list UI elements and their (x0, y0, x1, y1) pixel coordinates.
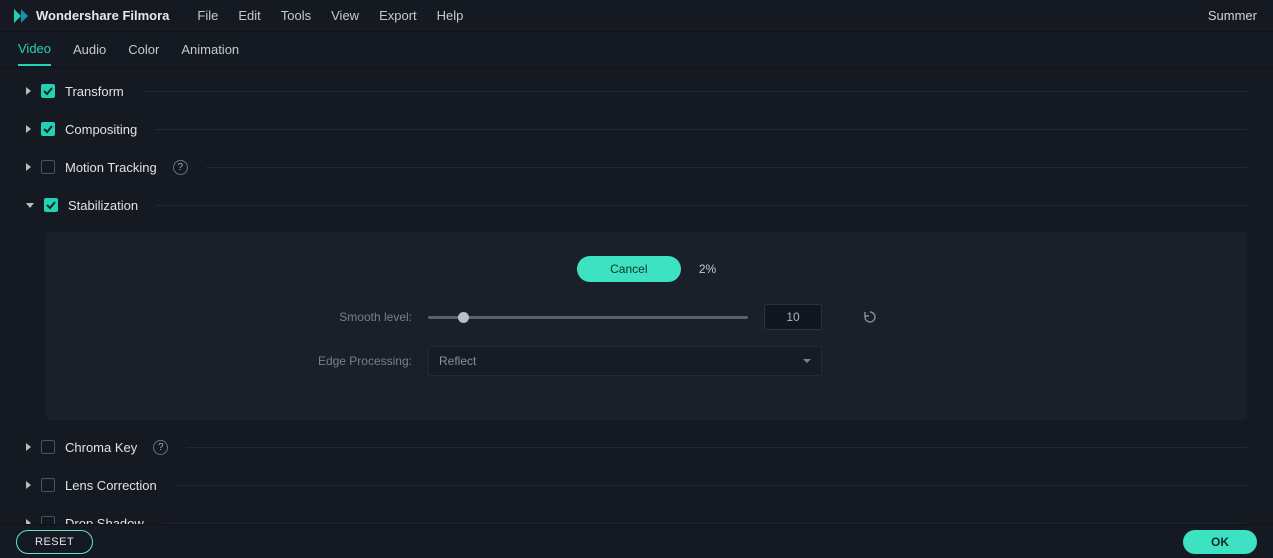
chevron-right-icon (26, 125, 31, 133)
help-icon[interactable]: ? (153, 440, 168, 455)
divider (162, 523, 1247, 524)
checkbox-compositing[interactable] (41, 122, 55, 136)
menu-edit[interactable]: Edit (238, 8, 260, 23)
tab-audio[interactable]: Audio (73, 34, 106, 65)
section-compositing[interactable]: Compositing (0, 110, 1273, 148)
checkbox-transform[interactable] (41, 84, 55, 98)
reset-button[interactable]: RESET (16, 530, 93, 554)
checkbox-lens-correction[interactable] (41, 478, 55, 492)
edge-processing-select[interactable]: Reflect (428, 346, 822, 376)
chevron-right-icon (26, 87, 31, 95)
chevron-right-icon (26, 481, 31, 489)
ok-button[interactable]: OK (1183, 530, 1257, 554)
main-menu: File Edit Tools View Export Help (197, 8, 463, 23)
checkbox-motion-tracking[interactable] (41, 160, 55, 174)
section-drop-shadow[interactable]: Drop Shadow (0, 504, 1273, 524)
menu-view[interactable]: View (331, 8, 359, 23)
section-motion-tracking[interactable]: Motion Tracking ? (0, 148, 1273, 186)
section-transform[interactable]: Transform (0, 72, 1273, 110)
footer-bar: RESET OK (0, 524, 1273, 558)
project-name: Summer (1208, 8, 1257, 23)
chevron-right-icon (26, 443, 31, 451)
edge-processing-label: Edge Processing: (82, 354, 412, 368)
titlebar: Wondershare Filmora File Edit Tools View… (0, 0, 1273, 32)
tab-color[interactable]: Color (128, 34, 159, 65)
reset-icon[interactable] (862, 309, 878, 325)
chevron-down-icon (803, 359, 811, 363)
menu-file[interactable]: File (197, 8, 218, 23)
smooth-level-input[interactable] (764, 304, 822, 330)
label-lens-correction: Lens Correction (65, 478, 157, 493)
edge-processing-value: Reflect (439, 354, 476, 368)
stabilization-panel: Cancel 2% Smooth level: Edge Processing:… (46, 232, 1247, 420)
divider (156, 205, 1247, 206)
settings-body[interactable]: Transform Compositing Motion Tracking ? … (0, 68, 1273, 524)
tab-animation[interactable]: Animation (181, 34, 239, 65)
app-name: Wondershare Filmora (36, 8, 169, 23)
progress-text: 2% (699, 262, 716, 276)
divider (175, 485, 1247, 486)
filmora-icon (12, 7, 30, 25)
divider (155, 129, 1247, 130)
checkbox-stabilization[interactable] (44, 198, 58, 212)
section-stabilization[interactable]: Stabilization (0, 186, 1273, 224)
label-chroma-key: Chroma Key (65, 440, 137, 455)
label-transform: Transform (65, 84, 124, 99)
label-stabilization: Stabilization (68, 198, 138, 213)
label-drop-shadow: Drop Shadow (65, 516, 144, 525)
menu-export[interactable]: Export (379, 8, 417, 23)
help-icon[interactable]: ? (173, 160, 188, 175)
chevron-right-icon (26, 163, 31, 171)
checkbox-chroma-key[interactable] (41, 440, 55, 454)
smooth-level-slider[interactable] (428, 316, 748, 319)
tab-video[interactable]: Video (18, 33, 51, 66)
checkbox-drop-shadow[interactable] (41, 516, 55, 524)
chevron-down-icon (26, 203, 34, 208)
divider (206, 167, 1247, 168)
divider (142, 91, 1247, 92)
slider-thumb[interactable] (458, 312, 469, 323)
section-lens-correction[interactable]: Lens Correction (0, 466, 1273, 504)
smooth-level-label: Smooth level: (82, 310, 412, 324)
divider (186, 447, 1247, 448)
menu-tools[interactable]: Tools (281, 8, 311, 23)
chevron-right-icon (26, 519, 31, 524)
app-logo: Wondershare Filmora (12, 7, 169, 25)
label-compositing: Compositing (65, 122, 137, 137)
label-motion-tracking: Motion Tracking (65, 160, 157, 175)
property-tabs: Video Audio Color Animation (0, 32, 1273, 68)
section-chroma-key[interactable]: Chroma Key ? (0, 428, 1273, 466)
cancel-button[interactable]: Cancel (577, 256, 681, 282)
menu-help[interactable]: Help (437, 8, 464, 23)
